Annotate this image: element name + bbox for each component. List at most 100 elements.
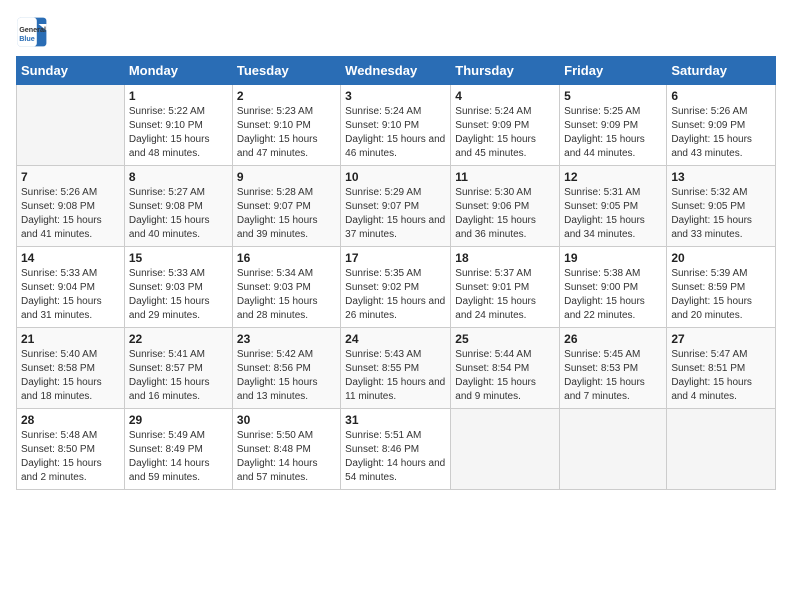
day-info: Sunrise: 5:49 AM Sunset: 8:49 PM Dayligh…: [129, 429, 228, 485]
week-row-3: 14 Sunrise: 5:33 AM Sunset: 9:04 PM Dayli…: [17, 247, 776, 328]
day-info: Sunrise: 5:50 AM Sunset: 8:48 PM Dayligh…: [237, 429, 336, 485]
day-info: Sunrise: 5:47 AM Sunset: 8:51 PM Dayligh…: [671, 348, 771, 404]
calendar-table: SundayMondayTuesdayWednesdayThursdayFrid…: [16, 56, 776, 490]
day-cell: 20 Sunrise: 5:39 AM Sunset: 8:59 PM Dayli…: [667, 247, 776, 328]
day-info: Sunrise: 5:44 AM Sunset: 8:54 PM Dayligh…: [455, 348, 555, 404]
day-cell: [560, 409, 667, 490]
day-info: Sunrise: 5:22 AM Sunset: 9:10 PM Dayligh…: [129, 105, 228, 161]
day-cell: 5 Sunrise: 5:25 AM Sunset: 9:09 PM Daylig…: [560, 85, 667, 166]
day-cell: 15 Sunrise: 5:33 AM Sunset: 9:03 PM Dayli…: [124, 247, 232, 328]
svg-text:General: General: [19, 25, 46, 34]
day-cell: 17Sunrise: 5:35 AM Sunset: 9:02 PM Dayli…: [341, 247, 451, 328]
day-cell: 9 Sunrise: 5:28 AM Sunset: 9:07 PM Daylig…: [232, 166, 340, 247]
day-info: Sunrise: 5:40 AM Sunset: 8:58 PM Dayligh…: [21, 348, 120, 404]
day-number: 14: [21, 251, 120, 265]
day-cell: 30 Sunrise: 5:50 AM Sunset: 8:48 PM Dayli…: [232, 409, 340, 490]
day-info: Sunrise: 5:51 AM Sunset: 8:46 PM Dayligh…: [345, 429, 446, 485]
day-info: Sunrise: 5:34 AM Sunset: 9:03 PM Dayligh…: [237, 267, 336, 323]
day-cell: 2Sunrise: 5:23 AM Sunset: 9:10 PM Daylig…: [232, 85, 340, 166]
day-number: 20: [671, 251, 771, 265]
day-info: Sunrise: 5:43 AM Sunset: 8:55 PM Dayligh…: [345, 348, 446, 404]
day-cell: 14 Sunrise: 5:33 AM Sunset: 9:04 PM Dayli…: [17, 247, 125, 328]
day-header-saturday: Saturday: [667, 57, 776, 85]
day-info: Sunrise: 5:33 AM Sunset: 9:04 PM Dayligh…: [21, 267, 120, 323]
day-cell: 25Sunrise: 5:44 AM Sunset: 8:54 PM Dayli…: [451, 328, 560, 409]
day-info: Sunrise: 5:35 AM Sunset: 9:02 PM Dayligh…: [345, 267, 446, 323]
week-row-1: 1 Sunrise: 5:22 AM Sunset: 9:10 PM Daylig…: [17, 85, 776, 166]
day-info: Sunrise: 5:38 AM Sunset: 9:00 PM Dayligh…: [564, 267, 662, 323]
week-row-2: 7 Sunrise: 5:26 AM Sunset: 9:08 PM Daylig…: [17, 166, 776, 247]
day-number: 26: [564, 332, 662, 346]
day-number: 18: [455, 251, 555, 265]
day-cell: 13 Sunrise: 5:32 AM Sunset: 9:05 PM Dayli…: [667, 166, 776, 247]
week-row-4: 21 Sunrise: 5:40 AM Sunset: 8:58 PM Dayli…: [17, 328, 776, 409]
day-info: Sunrise: 5:32 AM Sunset: 9:05 PM Dayligh…: [671, 186, 771, 242]
day-cell: 29Sunrise: 5:49 AM Sunset: 8:49 PM Dayli…: [124, 409, 232, 490]
day-number: 23: [237, 332, 336, 346]
day-header-sunday: Sunday: [17, 57, 125, 85]
day-number: 16: [237, 251, 336, 265]
day-number: 15: [129, 251, 228, 265]
day-info: Sunrise: 5:39 AM Sunset: 8:59 PM Dayligh…: [671, 267, 771, 323]
day-cell: 22Sunrise: 5:41 AM Sunset: 8:57 PM Dayli…: [124, 328, 232, 409]
day-cell: 7 Sunrise: 5:26 AM Sunset: 9:08 PM Daylig…: [17, 166, 125, 247]
day-number: 27: [671, 332, 771, 346]
day-cell: 19 Sunrise: 5:38 AM Sunset: 9:00 PM Dayli…: [560, 247, 667, 328]
day-number: 9: [237, 170, 336, 184]
day-number: 13: [671, 170, 771, 184]
day-cell: 8 Sunrise: 5:27 AM Sunset: 9:08 PM Daylig…: [124, 166, 232, 247]
header-row: SundayMondayTuesdayWednesdayThursdayFrid…: [17, 57, 776, 85]
svg-text:Blue: Blue: [19, 34, 35, 43]
day-number: 28: [21, 413, 120, 427]
day-cell: 12 Sunrise: 5:31 AM Sunset: 9:05 PM Dayli…: [560, 166, 667, 247]
day-cell: 26 Sunrise: 5:45 AM Sunset: 8:53 PM Dayli…: [560, 328, 667, 409]
day-info: Sunrise: 5:31 AM Sunset: 9:05 PM Dayligh…: [564, 186, 662, 242]
week-row-5: 28 Sunrise: 5:48 AM Sunset: 8:50 PM Dayli…: [17, 409, 776, 490]
day-cell: 1 Sunrise: 5:22 AM Sunset: 9:10 PM Daylig…: [124, 85, 232, 166]
day-cell: 4Sunrise: 5:24 AM Sunset: 9:09 PM Daylig…: [451, 85, 560, 166]
day-number: 19: [564, 251, 662, 265]
day-number: 11: [455, 170, 555, 184]
day-number: 6: [671, 89, 771, 103]
day-number: 12: [564, 170, 662, 184]
day-cell: 18 Sunrise: 5:37 AM Sunset: 9:01 PM Dayli…: [451, 247, 560, 328]
day-number: 22: [129, 332, 228, 346]
day-number: 5: [564, 89, 662, 103]
day-info: Sunrise: 5:30 AM Sunset: 9:06 PM Dayligh…: [455, 186, 555, 242]
day-number: 10: [345, 170, 446, 184]
day-number: 21: [21, 332, 120, 346]
day-cell: 6 Sunrise: 5:26 AM Sunset: 9:09 PM Daylig…: [667, 85, 776, 166]
day-number: 1: [129, 89, 228, 103]
day-number: 3: [345, 89, 446, 103]
header: General Blue: [16, 16, 776, 48]
day-cell: 28 Sunrise: 5:48 AM Sunset: 8:50 PM Dayli…: [17, 409, 125, 490]
day-cell: 3 Sunrise: 5:24 AM Sunset: 9:10 PM Daylig…: [341, 85, 451, 166]
day-header-tuesday: Tuesday: [232, 57, 340, 85]
day-info: Sunrise: 5:28 AM Sunset: 9:07 PM Dayligh…: [237, 186, 336, 242]
day-info: Sunrise: 5:48 AM Sunset: 8:50 PM Dayligh…: [21, 429, 120, 485]
day-number: 30: [237, 413, 336, 427]
day-info: Sunrise: 5:24 AM Sunset: 9:09 PM Dayligh…: [455, 105, 555, 161]
day-info: Sunrise: 5:24 AM Sunset: 9:10 PM Dayligh…: [345, 105, 446, 161]
day-info: Sunrise: 5:45 AM Sunset: 8:53 PM Dayligh…: [564, 348, 662, 404]
day-info: Sunrise: 5:37 AM Sunset: 9:01 PM Dayligh…: [455, 267, 555, 323]
day-info: Sunrise: 5:26 AM Sunset: 9:09 PM Dayligh…: [671, 105, 771, 161]
day-cell: 31 Sunrise: 5:51 AM Sunset: 8:46 PM Dayli…: [341, 409, 451, 490]
day-info: Sunrise: 5:25 AM Sunset: 9:09 PM Dayligh…: [564, 105, 662, 161]
day-info: Sunrise: 5:27 AM Sunset: 9:08 PM Dayligh…: [129, 186, 228, 242]
day-cell: 21 Sunrise: 5:40 AM Sunset: 8:58 PM Dayli…: [17, 328, 125, 409]
logo-icon: General Blue: [16, 16, 48, 48]
day-number: 7: [21, 170, 120, 184]
day-info: Sunrise: 5:42 AM Sunset: 8:56 PM Dayligh…: [237, 348, 336, 404]
day-number: 31: [345, 413, 446, 427]
day-cell: 23 Sunrise: 5:42 AM Sunset: 8:56 PM Dayli…: [232, 328, 340, 409]
day-info: Sunrise: 5:29 AM Sunset: 9:07 PM Dayligh…: [345, 186, 446, 242]
day-info: Sunrise: 5:26 AM Sunset: 9:08 PM Dayligh…: [21, 186, 120, 242]
day-cell: 24Sunrise: 5:43 AM Sunset: 8:55 PM Dayli…: [341, 328, 451, 409]
day-cell: 27 Sunrise: 5:47 AM Sunset: 8:51 PM Dayli…: [667, 328, 776, 409]
day-cell: 10 Sunrise: 5:29 AM Sunset: 9:07 PM Dayli…: [341, 166, 451, 247]
day-number: 8: [129, 170, 228, 184]
day-info: Sunrise: 5:33 AM Sunset: 9:03 PM Dayligh…: [129, 267, 228, 323]
day-info: Sunrise: 5:23 AM Sunset: 9:10 PM Dayligh…: [237, 105, 336, 161]
day-header-monday: Monday: [124, 57, 232, 85]
